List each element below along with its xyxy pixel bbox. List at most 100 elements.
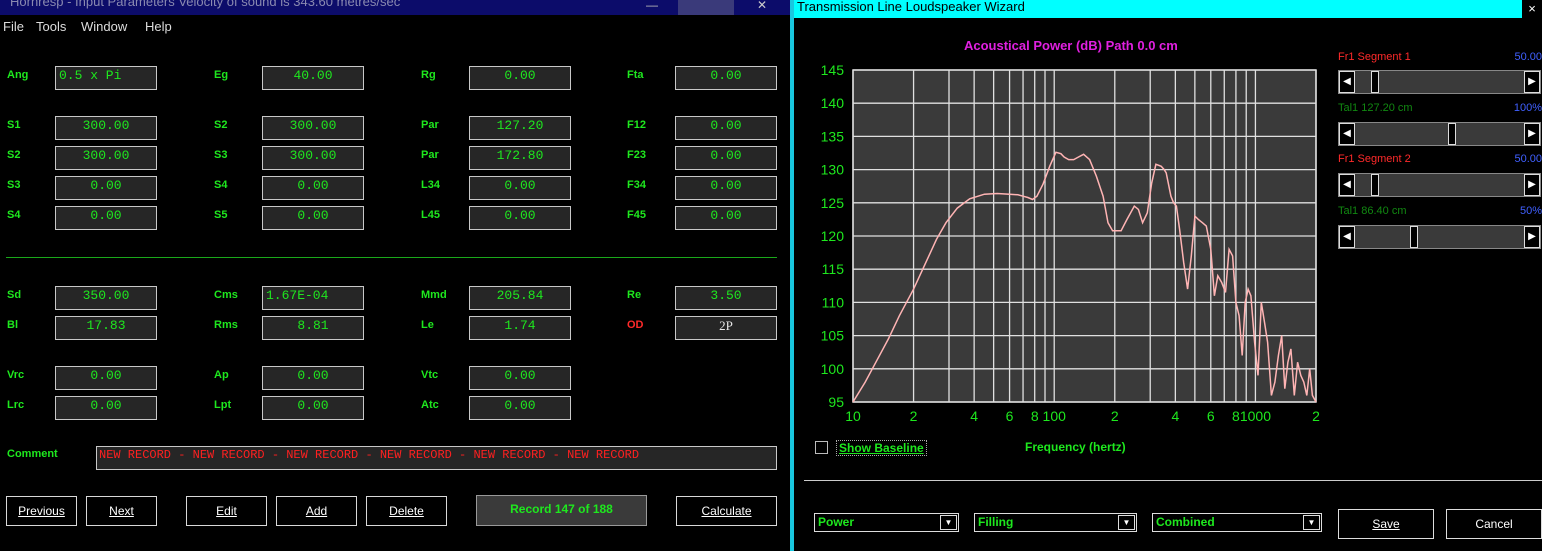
param-field-l45[interactable]: 0.00 [469,206,571,230]
param-field-par[interactable]: 172.80 [469,146,571,170]
arrow-right-icon[interactable]: ▶ [1524,71,1540,93]
param-field-atc[interactable]: 0.00 [469,396,571,420]
x-tick-label: 2 [1312,408,1320,424]
scrollbar-slider[interactable]: ◀ ▶ [1338,173,1541,197]
param-label-par: Par [421,119,439,131]
param-field-ap[interactable]: 0.00 [262,366,364,390]
param-label-re: Re [627,289,642,301]
param-field-rg[interactable]: 0.00 [469,66,571,90]
minimize-button[interactable]: — [626,0,678,15]
param-field-s4[interactable]: 0.00 [262,176,364,200]
param-label-sd: Sd [7,289,22,301]
param-field-le[interactable]: 1.74 [469,316,571,340]
edit-button[interactable]: Edit [186,496,267,526]
slider-thumb[interactable] [1371,174,1380,196]
x-axis-label: Frequency (hertz) [1025,440,1126,454]
add-button[interactable]: Add [276,496,357,526]
arrow-right-icon[interactable]: ▶ [1524,123,1540,145]
param-label-atc: Atc [421,399,439,411]
x-tick-label: 8 [1232,408,1240,424]
close-icon[interactable]: ✕ [734,0,790,15]
comment-field[interactable]: NEW RECORD - NEW RECORD - NEW RECORD - N… [96,446,777,470]
param-field-f12[interactable]: 0.00 [675,116,777,140]
chevron-down-icon[interactable]: ▼ [940,515,957,530]
arrow-right-icon[interactable]: ▶ [1524,226,1540,248]
slider-thumb[interactable] [1371,71,1380,93]
param-field-s3[interactable]: 300.00 [262,146,364,170]
param-label-s5: S5 [214,209,228,221]
param-field-re[interactable]: 3.50 [675,286,777,310]
calculate-button[interactable]: Calculate [676,496,777,526]
param-field-eg[interactable]: 40.00 [262,66,364,90]
param-field-rms[interactable]: 8.81 [262,316,364,340]
chevron-down-icon[interactable]: ▼ [1303,515,1320,530]
slider-thumb[interactable] [1409,226,1418,248]
x-tick-label: 4 [1171,408,1179,424]
y-tick-label: 145 [821,62,845,78]
save-button[interactable]: Save [1338,509,1434,539]
param-field-f34[interactable]: 0.00 [675,176,777,200]
param-field-vtc[interactable]: 0.00 [469,366,571,390]
delete-button[interactable]: Delete [366,496,447,526]
next-button[interactable]: Next [86,496,157,526]
maximize-button[interactable] [678,0,734,15]
param-label-bl: Bl [7,319,18,331]
param-field-f45[interactable]: 0.00 [675,206,777,230]
slider-thumb[interactable] [1448,123,1457,145]
slider-label: Fr1 Segment 2 [1338,153,1411,165]
param-field-f23[interactable]: 0.00 [675,146,777,170]
param-field-s1[interactable]: 300.00 [55,116,157,140]
chevron-down-icon[interactable]: ▼ [1118,515,1135,530]
menu-window[interactable]: Window [81,19,127,34]
wizard-close-icon[interactable]: × [1522,0,1542,18]
param-field-par[interactable]: 127.20 [469,116,571,140]
param-field-s4[interactable]: 0.00 [55,206,157,230]
arrow-left-icon[interactable]: ◀ [1339,174,1355,196]
wizard-title-bar[interactable]: Transmission Line Loudspeaker Wizard [794,0,1522,18]
param-label-mmd: Mmd [421,289,447,301]
param-field-bl[interactable]: 17.83 [55,316,157,340]
param-field-ang[interactable]: 0.5 x Pi [55,66,157,90]
arrow-left-icon[interactable]: ◀ [1339,226,1355,248]
param-label-eg: Eg [214,69,229,81]
param-field-s2[interactable]: 300.00 [55,146,157,170]
previous-button[interactable]: Previous [6,496,77,526]
param-field-mmd[interactable]: 205.84 [469,286,571,310]
x-tick-label: 100 [1043,408,1067,424]
param-field-s3[interactable]: 0.00 [55,176,157,200]
scrollbar-slider[interactable]: ◀ ▶ [1338,70,1541,94]
arrow-left-icon[interactable]: ◀ [1339,123,1355,145]
menu-help[interactable]: Help [145,19,172,34]
output-select[interactable]: Power ▼ [814,513,959,532]
cancel-button[interactable]: Cancel [1446,509,1542,539]
filling-select[interactable]: Filling ▼ [974,513,1137,532]
param-field-cms[interactable]: 1.67E-04 [262,286,364,310]
combined-select[interactable]: Combined ▼ [1152,513,1322,532]
y-tick-label: 130 [821,162,845,178]
bottom-divider [804,480,1542,481]
x-tick-label: 10 [845,408,861,424]
show-baseline-checkbox[interactable] [815,441,828,454]
param-field-od[interactable]: 2P [675,316,777,340]
param-field-lpt[interactable]: 0.00 [262,396,364,420]
param-label-ap: Ap [214,369,229,381]
menu-file[interactable]: File [3,19,24,34]
menu-tools[interactable]: Tools [36,19,66,34]
arrow-right-icon[interactable]: ▶ [1524,174,1540,196]
param-field-sd[interactable]: 350.00 [55,286,157,310]
scrollbar-slider[interactable]: ◀ ▶ [1338,122,1541,146]
param-field-vrc[interactable]: 0.00 [55,366,157,390]
wizard-window-title: Transmission Line Loudspeaker Wizard [797,0,1025,14]
hornresp-title-bar[interactable]: Hornresp - Input Parameters Velocity of … [0,0,790,15]
param-field-s2[interactable]: 300.00 [262,116,364,140]
param-label-lrc: Lrc [7,399,25,411]
y-tick-label: 140 [821,95,845,111]
param-field-fta[interactable]: 0.00 [675,66,777,90]
arrow-left-icon[interactable]: ◀ [1339,71,1355,93]
param-field-lrc[interactable]: 0.00 [55,396,157,420]
show-baseline-label[interactable]: Show Baseline [836,440,927,456]
y-tick-label: 95 [828,394,844,410]
scrollbar-slider[interactable]: ◀ ▶ [1338,225,1541,249]
param-field-l34[interactable]: 0.00 [469,176,571,200]
param-field-s5[interactable]: 0.00 [262,206,364,230]
